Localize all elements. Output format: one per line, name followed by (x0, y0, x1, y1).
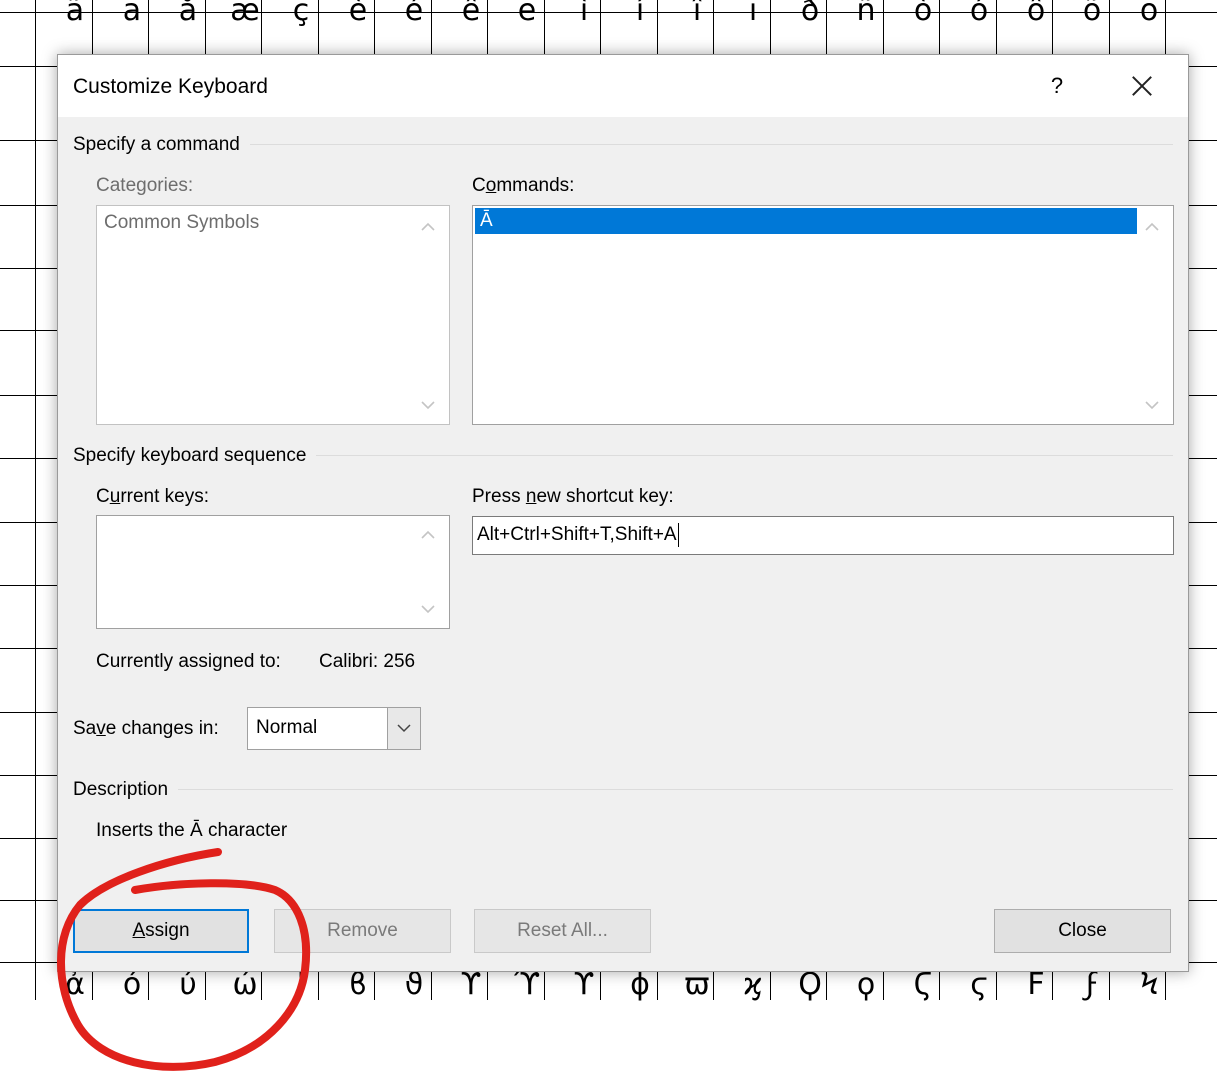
grid-symbol: ϒ (460, 967, 482, 1002)
grid-symbol: ä (122, 0, 142, 28)
customize-keyboard-dialog: Customize Keyboard ? Specify a command C… (57, 54, 1189, 972)
current-keys-listbox[interactable] (96, 515, 450, 629)
grid-symbol: ó (969, 0, 989, 28)
currently-assigned-value: Calibri: 256 (319, 651, 416, 672)
grid-symbol: Ϝ (1027, 967, 1045, 1002)
assign-button[interactable]: Assign (73, 909, 249, 953)
grid-symbol: ï (748, 0, 758, 28)
grid-symbol: ύ (179, 967, 197, 1002)
grid-symbol: ê (461, 0, 481, 28)
title-bar: Customize Keyboard ? (58, 55, 1188, 117)
close-icon[interactable] (1122, 67, 1162, 105)
currently-assigned-label: Currently assigned to: (96, 651, 281, 672)
save-changes-label: Save changes in: (73, 718, 219, 739)
grid-symbol: ϖ (684, 967, 710, 1002)
commands-label: Commands: (472, 175, 575, 196)
dialog-title: Customize Keyboard (73, 75, 268, 98)
current-keys-label: Current keys: (96, 486, 210, 507)
description-heading: Description (73, 779, 179, 801)
grid-symbol: ì (579, 0, 589, 28)
grid-symbol: ç (292, 0, 310, 28)
grid-symbol: é (404, 0, 424, 28)
grid-symbol: ό (122, 967, 142, 1002)
new-shortcut-value: Alt+Ctrl+Shift+T,Shift+A (477, 524, 677, 545)
grid-symbol: ώ (232, 967, 258, 1002)
grid-symbol: ñ (856, 0, 876, 28)
grid-symbol: ë (517, 0, 537, 28)
category-item[interactable]: Common Symbols (99, 210, 399, 236)
help-button[interactable]: ? (1040, 69, 1074, 103)
grid-symbol: å (178, 0, 198, 28)
grid-symbol: Ϟ (1139, 967, 1159, 1002)
grid-symbol: õ (1082, 0, 1102, 28)
scroll-up-icon[interactable] (1143, 218, 1161, 236)
grid-symbol: ϛ (970, 967, 988, 1002)
scroll-down-icon[interactable] (419, 600, 437, 618)
grid-symbol: ã (65, 0, 85, 28)
group-divider (73, 789, 1173, 790)
new-shortcut-label: Press new shortcut key: (472, 486, 674, 507)
grid-symbol: ö (1139, 0, 1159, 28)
grid-symbol: ϑ (404, 967, 424, 1002)
remove-button[interactable]: Remove (274, 909, 451, 953)
scroll-down-icon[interactable] (419, 396, 437, 414)
grid-symbol: ϕ (630, 967, 650, 1002)
grid-symbol: ϝ (1085, 967, 1099, 1002)
grid-symbol: ϓ (514, 967, 540, 1002)
dropdown-button[interactable] (387, 708, 420, 749)
grid-symbol: ἀ (65, 967, 85, 1002)
grid-symbol: ð (800, 0, 820, 28)
categories-listbox[interactable]: Common Symbols (96, 205, 450, 425)
grid-symbol: ô (1026, 0, 1046, 28)
keyboard-sequence-heading: Specify keyboard sequence (73, 445, 317, 467)
text-caret (677, 522, 679, 547)
scroll-up-icon[interactable] (419, 218, 437, 236)
grid-symbol: Ι (296, 967, 306, 1002)
grid-symbol: ϗ (743, 967, 763, 1002)
scroll-down-icon[interactable] (1143, 396, 1161, 414)
new-shortcut-input[interactable]: Alt+Ctrl+Shift+T,Shift+A (472, 516, 1174, 555)
scroll-up-icon[interactable] (419, 526, 437, 544)
grid-symbol: Ϛ (913, 967, 933, 1002)
grid-symbol: Ϙ (798, 967, 822, 1002)
categories-label: Categories: (96, 175, 194, 196)
save-changes-value: Normal (256, 717, 318, 738)
grid-symbol: ϔ (573, 967, 595, 1002)
grid-symbol: è (348, 0, 368, 28)
grid-symbol: î (692, 0, 702, 28)
grid-symbol: ϙ (856, 967, 876, 1002)
close-button[interactable]: Close (994, 909, 1171, 953)
chevron-down-icon (397, 724, 411, 733)
save-changes-dropdown[interactable]: Normal (247, 707, 421, 750)
grid-symbol: æ (230, 0, 260, 28)
grid-symbol: ò (913, 0, 933, 28)
grid-symbol: ϐ (348, 967, 368, 1002)
grid-symbol: í (635, 0, 645, 28)
description-text: Inserts the Ā character (96, 820, 288, 841)
command-item-selected[interactable]: Ā (475, 208, 1137, 234)
reset-all-button[interactable]: Reset All... (474, 909, 651, 953)
grid-vline (35, 0, 36, 1000)
specify-command-heading: Specify a command (73, 134, 250, 156)
commands-listbox[interactable]: Ā (472, 205, 1174, 425)
